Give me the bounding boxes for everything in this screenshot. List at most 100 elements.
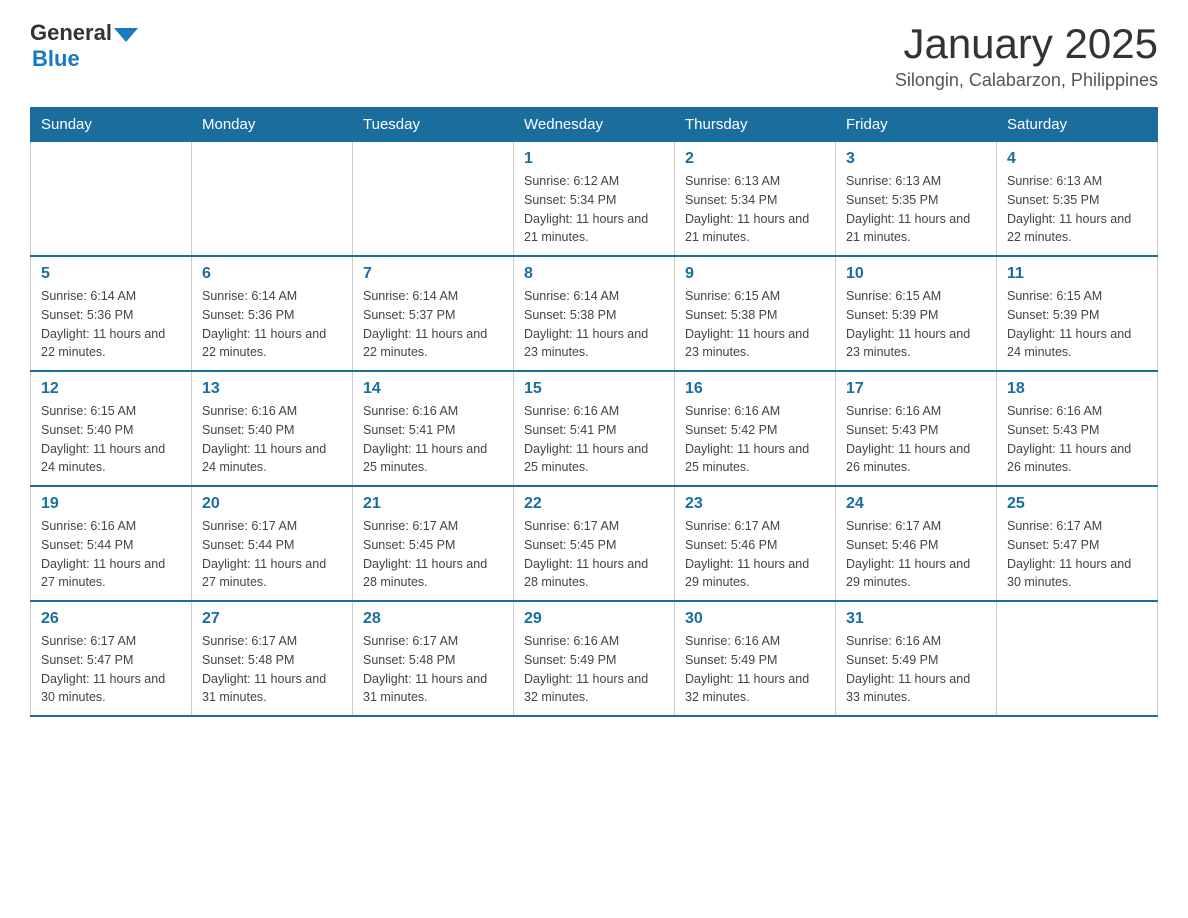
calendar-day-25: 25 Sunrise: 6:17 AMSunset: 5:47 PMDayligh…	[997, 486, 1158, 601]
calendar-empty-cell	[997, 601, 1158, 716]
header-tuesday: Tuesday	[353, 108, 514, 142]
calendar-day-19: 19 Sunrise: 6:16 AMSunset: 5:44 PMDayligh…	[31, 486, 192, 601]
day-info: Sunrise: 6:17 AMSunset: 5:48 PMDaylight:…	[202, 632, 342, 707]
calendar-day-2: 2 Sunrise: 6:13 AMSunset: 5:34 PMDaylight…	[675, 142, 836, 257]
day-info: Sunrise: 6:16 AMSunset: 5:49 PMDaylight:…	[524, 632, 664, 707]
day-info: Sunrise: 6:17 AMSunset: 5:46 PMDaylight:…	[846, 517, 986, 592]
day-number: 16	[685, 380, 825, 398]
header-thursday: Thursday	[675, 108, 836, 142]
day-number: 28	[363, 610, 503, 628]
day-info: Sunrise: 6:14 AMSunset: 5:36 PMDaylight:…	[41, 287, 181, 362]
calendar-day-7: 7 Sunrise: 6:14 AMSunset: 5:37 PMDaylight…	[353, 256, 514, 371]
day-info: Sunrise: 6:16 AMSunset: 5:43 PMDaylight:…	[846, 402, 986, 477]
day-number: 10	[846, 265, 986, 283]
day-number: 25	[1007, 495, 1147, 513]
day-number: 5	[41, 265, 181, 283]
calendar-day-8: 8 Sunrise: 6:14 AMSunset: 5:38 PMDaylight…	[514, 256, 675, 371]
calendar-week-row: 12 Sunrise: 6:15 AMSunset: 5:40 PMDayligh…	[31, 371, 1158, 486]
calendar-day-21: 21 Sunrise: 6:17 AMSunset: 5:45 PMDayligh…	[353, 486, 514, 601]
day-number: 14	[363, 380, 503, 398]
day-info: Sunrise: 6:15 AMSunset: 5:39 PMDaylight:…	[1007, 287, 1147, 362]
day-info: Sunrise: 6:12 AMSunset: 5:34 PMDaylight:…	[524, 172, 664, 247]
logo-general-text: General	[30, 20, 112, 46]
day-info: Sunrise: 6:15 AMSunset: 5:40 PMDaylight:…	[41, 402, 181, 477]
logo: General Blue	[30, 20, 138, 72]
calendar-day-16: 16Sunrise: 6:16 AMSunset: 5:42 PMDayligh…	[675, 371, 836, 486]
day-info: Sunrise: 6:17 AMSunset: 5:45 PMDaylight:…	[363, 517, 503, 592]
calendar-day-22: 22Sunrise: 6:17 AMSunset: 5:45 PMDayligh…	[514, 486, 675, 601]
calendar-header-row: SundayMondayTuesdayWednesdayThursdayFrid…	[31, 108, 1158, 142]
day-number: 18	[1007, 380, 1147, 398]
calendar-empty-cell	[31, 142, 192, 257]
day-info: Sunrise: 6:15 AMSunset: 5:38 PMDaylight:…	[685, 287, 825, 362]
day-number: 13	[202, 380, 342, 398]
logo-triangle-icon	[114, 28, 138, 42]
calendar-day-15: 15 Sunrise: 6:16 AMSunset: 5:41 PMDayligh…	[514, 371, 675, 486]
day-info: Sunrise: 6:14 AMSunset: 5:36 PMDaylight:…	[202, 287, 342, 362]
calendar-day-27: 27 Sunrise: 6:17 AMSunset: 5:48 PMDayligh…	[192, 601, 353, 716]
calendar-day-23: 23 Sunrise: 6:17 AMSunset: 5:46 PMDayligh…	[675, 486, 836, 601]
day-number: 27	[202, 610, 342, 628]
day-number: 3	[846, 150, 986, 168]
day-number: 31	[846, 610, 986, 628]
day-number: 30	[685, 610, 825, 628]
day-info: Sunrise: 6:16 AMSunset: 5:44 PMDaylight:…	[41, 517, 181, 592]
calendar-day-6: 6 Sunrise: 6:14 AMSunset: 5:36 PMDaylight…	[192, 256, 353, 371]
day-number: 15	[524, 380, 664, 398]
month-year-title: January 2025	[895, 20, 1158, 68]
day-info: Sunrise: 6:17 AMSunset: 5:45 PMDaylight:…	[524, 517, 664, 592]
calendar-day-20: 20 Sunrise: 6:17 AMSunset: 5:44 PMDayligh…	[192, 486, 353, 601]
day-number: 17	[846, 380, 986, 398]
day-number: 23	[685, 495, 825, 513]
calendar-table: SundayMondayTuesdayWednesdayThursdayFrid…	[30, 107, 1158, 717]
calendar-week-row: 1 Sunrise: 6:12 AMSunset: 5:34 PMDaylight…	[31, 142, 1158, 257]
calendar-day-31: 31 Sunrise: 6:16 AMSunset: 5:49 PMDayligh…	[836, 601, 997, 716]
day-info: Sunrise: 6:14 AMSunset: 5:38 PMDaylight:…	[524, 287, 664, 362]
calendar-day-24: 24Sunrise: 6:17 AMSunset: 5:46 PMDayligh…	[836, 486, 997, 601]
calendar-day-26: 26 Sunrise: 6:17 AMSunset: 5:47 PMDayligh…	[31, 601, 192, 716]
calendar-day-28: 28Sunrise: 6:17 AMSunset: 5:48 PMDayligh…	[353, 601, 514, 716]
day-info: Sunrise: 6:16 AMSunset: 5:49 PMDaylight:…	[846, 632, 986, 707]
calendar-empty-cell	[353, 142, 514, 257]
calendar-day-4: 4Sunrise: 6:13 AMSunset: 5:35 PMDaylight…	[997, 142, 1158, 257]
day-number: 7	[363, 265, 503, 283]
day-info: Sunrise: 6:13 AMSunset: 5:34 PMDaylight:…	[685, 172, 825, 247]
calendar-day-17: 17 Sunrise: 6:16 AMSunset: 5:43 PMDayligh…	[836, 371, 997, 486]
day-number: 11	[1007, 265, 1147, 283]
day-number: 20	[202, 495, 342, 513]
title-block: January 2025 Silongin, Calabarzon, Phili…	[895, 20, 1158, 91]
day-info: Sunrise: 6:17 AMSunset: 5:47 PMDaylight:…	[1007, 517, 1147, 592]
calendar-week-row: 5 Sunrise: 6:14 AMSunset: 5:36 PMDaylight…	[31, 256, 1158, 371]
day-number: 9	[685, 265, 825, 283]
day-info: Sunrise: 6:16 AMSunset: 5:40 PMDaylight:…	[202, 402, 342, 477]
calendar-day-11: 11 Sunrise: 6:15 AMSunset: 5:39 PMDayligh…	[997, 256, 1158, 371]
calendar-day-14: 14 Sunrise: 6:16 AMSunset: 5:41 PMDayligh…	[353, 371, 514, 486]
calendar-day-10: 10Sunrise: 6:15 AMSunset: 5:39 PMDayligh…	[836, 256, 997, 371]
day-info: Sunrise: 6:14 AMSunset: 5:37 PMDaylight:…	[363, 287, 503, 362]
calendar-day-29: 29Sunrise: 6:16 AMSunset: 5:49 PMDayligh…	[514, 601, 675, 716]
header-monday: Monday	[192, 108, 353, 142]
day-info: Sunrise: 6:16 AMSunset: 5:41 PMDaylight:…	[363, 402, 503, 477]
page-header: General Blue January 2025 Silongin, Cala…	[30, 20, 1158, 91]
day-number: 2	[685, 150, 825, 168]
day-number: 21	[363, 495, 503, 513]
calendar-day-30: 30Sunrise: 6:16 AMSunset: 5:49 PMDayligh…	[675, 601, 836, 716]
day-number: 12	[41, 380, 181, 398]
day-info: Sunrise: 6:17 AMSunset: 5:47 PMDaylight:…	[41, 632, 181, 707]
day-info: Sunrise: 6:16 AMSunset: 5:43 PMDaylight:…	[1007, 402, 1147, 477]
day-info: Sunrise: 6:16 AMSunset: 5:41 PMDaylight:…	[524, 402, 664, 477]
day-info: Sunrise: 6:17 AMSunset: 5:46 PMDaylight:…	[685, 517, 825, 592]
calendar-empty-cell	[192, 142, 353, 257]
day-info: Sunrise: 6:17 AMSunset: 5:44 PMDaylight:…	[202, 517, 342, 592]
day-number: 19	[41, 495, 181, 513]
calendar-week-row: 19 Sunrise: 6:16 AMSunset: 5:44 PMDayligh…	[31, 486, 1158, 601]
calendar-day-12: 12 Sunrise: 6:15 AMSunset: 5:40 PMDayligh…	[31, 371, 192, 486]
header-saturday: Saturday	[997, 108, 1158, 142]
day-number: 8	[524, 265, 664, 283]
calendar-day-5: 5 Sunrise: 6:14 AMSunset: 5:36 PMDaylight…	[31, 256, 192, 371]
day-number: 6	[202, 265, 342, 283]
calendar-day-1: 1 Sunrise: 6:12 AMSunset: 5:34 PMDaylight…	[514, 142, 675, 257]
day-info: Sunrise: 6:13 AMSunset: 5:35 PMDaylight:…	[1007, 172, 1147, 247]
day-number: 26	[41, 610, 181, 628]
day-number: 1	[524, 150, 664, 168]
